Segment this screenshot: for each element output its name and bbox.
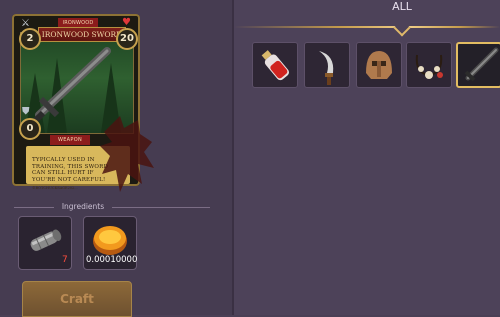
defense-stat: 0: [19, 118, 41, 140]
shield-icon: ⛊: [22, 106, 30, 117]
inventory-item-necklace[interactable]: [406, 42, 452, 88]
card-title: IRONWOOD SWORD: [38, 27, 126, 42]
inventory-item-helmet[interactable]: [356, 42, 402, 88]
inventory-item-dagger[interactable]: [304, 42, 350, 88]
item-card: IRONWOOD IRONWOOD SWORD ⚔ 2 ♥ 20 ⛊ 0 WEA…: [12, 14, 154, 192]
ingredients-divider: [112, 207, 210, 208]
card-credit: ©BOTCHUCKSAGE202...: [32, 186, 78, 190]
card-type: WEAPON: [50, 135, 90, 145]
tab-all[interactable]: ALL: [362, 0, 442, 13]
curved-dagger-icon: [319, 51, 334, 85]
attack-stat: 2: [19, 28, 41, 50]
ingredient-slot-iron-log[interactable]: 7: [18, 216, 72, 270]
health-stat: 20: [116, 28, 138, 50]
inventory-item-sword-selected[interactable]: [456, 42, 500, 88]
ingredient-count: 0.00010000: [86, 255, 138, 265]
wolf-silhouette: [100, 116, 154, 192]
craft-button[interactable]: Craft: [22, 281, 132, 317]
ingredient-slot-gold-coin[interactable]: 0.00010000: [83, 216, 137, 270]
inventory-item-potion[interactable]: [252, 42, 298, 88]
necklace-icon: [415, 54, 443, 79]
ingredient-count: 7: [62, 255, 68, 265]
helmet-icon: [366, 51, 392, 79]
sword-icon: [464, 47, 499, 82]
ingredients-label: Ingredients: [61, 202, 105, 211]
tab-underline: [234, 26, 500, 28]
heart-icon: ♥: [122, 17, 131, 28]
potion-icon: [261, 50, 290, 81]
